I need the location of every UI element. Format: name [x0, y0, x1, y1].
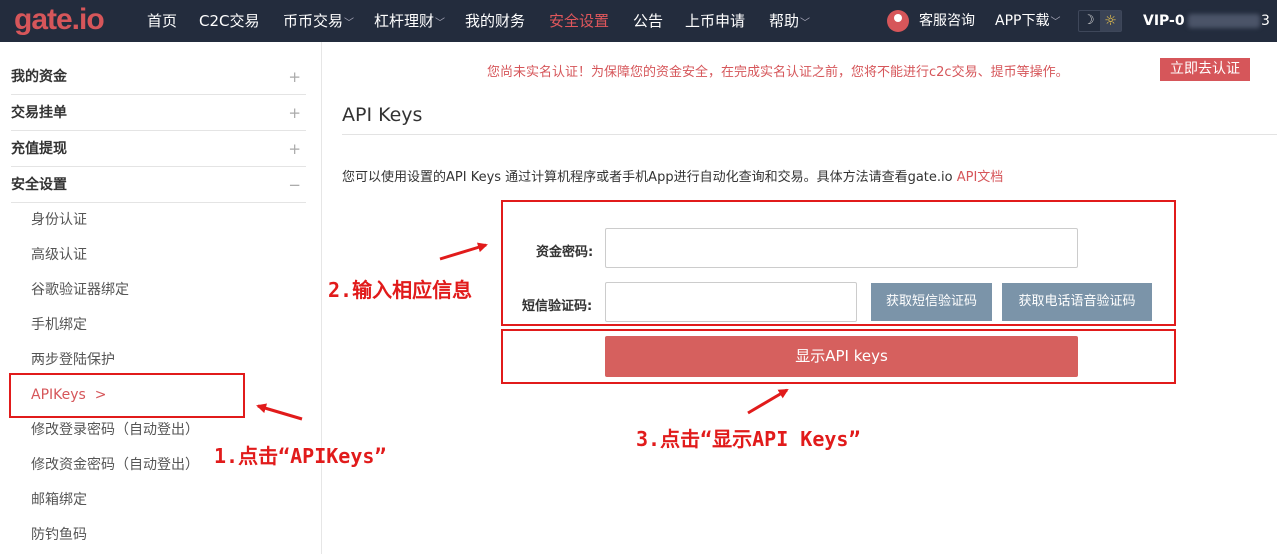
arrow-to-show-button — [747, 388, 789, 415]
annotation-arrows — [256, 242, 789, 421]
arrow-to-form — [439, 242, 488, 261]
arrow-to-apikeys — [256, 403, 303, 421]
